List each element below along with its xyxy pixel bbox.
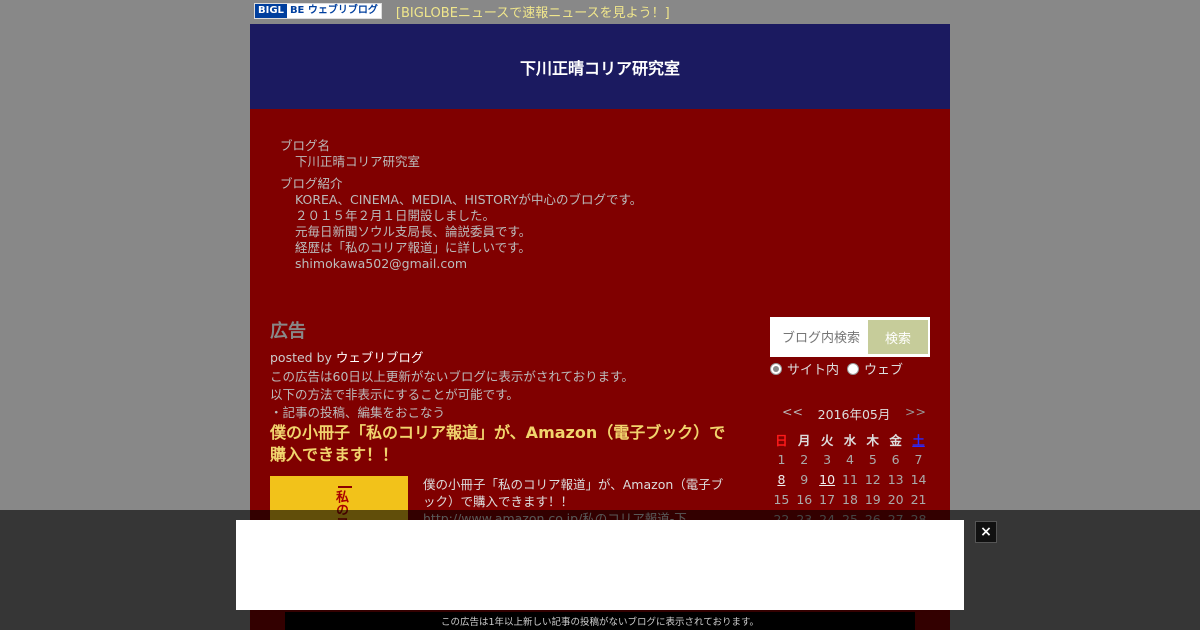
overlay-ad-frame[interactable] [236, 520, 964, 610]
posted-by-label: posted by [270, 350, 332, 365]
cover-decoration [338, 476, 352, 488]
sidebar: 検索 サイト内 ウェブ << 2016年05月 >> 日 月 火 [770, 317, 930, 529]
search-button[interactable]: 検索 [868, 320, 928, 354]
calendar-day: 19 [864, 491, 881, 507]
blog-intro-line: KOREA、CINEMA、MEDIA、HISTORYが中心のブログです。 [295, 192, 643, 207]
calendar-day: 3 [823, 451, 832, 467]
blog-name-label: ブログ名 [280, 138, 331, 153]
calendar-day: 1 [777, 451, 786, 467]
ad-section-title: 広告 [270, 321, 306, 342]
posted-by-link[interactable]: ウェブリブログ [336, 350, 424, 365]
calendar-day-link[interactable]: 8 [770, 469, 793, 489]
biglobe-news-link[interactable]: [BIGLOBEニュースで速報ニュースを見よう！] [396, 2, 670, 21]
blog-name-value: 下川正晴コリア研究室 [295, 154, 421, 169]
calendar-month-title: 2016年05月 [817, 407, 891, 422]
calendar-day: 7 [914, 451, 923, 467]
calendar-day: 20 [887, 491, 904, 507]
post-title[interactable]: 僕の小冊子「私のコリア報道」が、Amazon（電子ブック）で購入できます！！ [270, 422, 730, 466]
calendar-day: 4 [845, 451, 854, 467]
ad-notice-line: この広告は60日以上更新がないブログに表示がされております。 [270, 369, 634, 384]
scope-web-radio[interactable] [847, 362, 860, 375]
blog-header: 下川正晴コリア研究室 [250, 24, 950, 109]
weekday-header: 水 [843, 432, 857, 448]
weekday-header: 土 [912, 432, 925, 448]
weekday-header: 火 [820, 432, 834, 448]
calendar-day-link[interactable]: 10 [816, 469, 839, 489]
ad-notice-line: 以下の方法で非表示にすることが可能です。 [270, 387, 519, 402]
blog-profile: ブログ名 下川正晴コリア研究室 ブログ紹介 KOREA、CINEMA、MEDIA… [280, 138, 642, 272]
search-scope: サイト内 ウェブ [770, 359, 930, 378]
blog-intro-line: 経歴は「私のコリア報道」に詳しいです。 [295, 240, 531, 255]
blog-intro-line: ２０１５年２月１日開設しました。 [295, 208, 496, 223]
biglobe-logo[interactable]: BIGL BE ウェブリブログ [254, 3, 382, 19]
calendar-day: 5 [868, 451, 877, 467]
scope-web-label: ウェブ [864, 363, 904, 378]
ad-notice-line: ・記事の投稿、編集をおこなう [270, 405, 446, 420]
calendar-day: 9 [800, 471, 809, 487]
calendar-day: 21 [910, 491, 927, 507]
weekday-header: 月 [798, 432, 811, 448]
calendar-day: 18 [842, 491, 858, 507]
calendar-day: 17 [819, 491, 836, 507]
weekday-header: 金 [889, 432, 902, 448]
logo-text-secondary: BE ウェブリブログ [289, 5, 378, 16]
calendar-day: 11 [842, 471, 858, 487]
close-ad-button[interactable]: × [975, 521, 997, 543]
calendar-day: 6 [891, 451, 900, 467]
logo-text-primary: BIGL [255, 4, 287, 18]
calendar-day: 14 [910, 471, 927, 487]
top-bar: BIGL BE ウェブリブログ [BIGLOBEニュースで速報ニュースを見よう！… [254, 0, 670, 22]
calendar-prev-month[interactable]: << [782, 404, 803, 423]
calendar-day: 12 [864, 471, 881, 487]
scope-site-radio[interactable] [770, 362, 782, 375]
calendar-day: 15 [773, 491, 790, 507]
calendar-day: 16 [796, 491, 813, 507]
posted-by: posted by ウェブリブログ [270, 347, 740, 366]
blog-title[interactable]: 下川正晴コリア研究室 [520, 55, 680, 79]
blog-intro-label: ブログ紹介 [280, 176, 343, 191]
calendar-day: 13 [887, 471, 904, 487]
weekday-header: 木 [866, 432, 880, 448]
calendar-nav: << 2016年05月 >> [770, 404, 930, 423]
calendar-day: 2 [800, 451, 809, 467]
scope-site-label: サイト内 [787, 363, 840, 378]
blog-contact-email: shimokawa502@gmail.com [295, 256, 468, 271]
weekday-header: 日 [775, 432, 788, 448]
calendar-next-month[interactable]: >> [905, 404, 926, 423]
blog-search-box: 検索 [770, 317, 930, 357]
blog-intro-line: 元毎日新聞ソウル支局長、論説委員です。 [295, 224, 532, 239]
inactive-blog-notice: この広告は1年以上新しい記事の投稿がないブログに表示されております。 [285, 612, 915, 630]
blog-search-input[interactable] [772, 319, 868, 355]
